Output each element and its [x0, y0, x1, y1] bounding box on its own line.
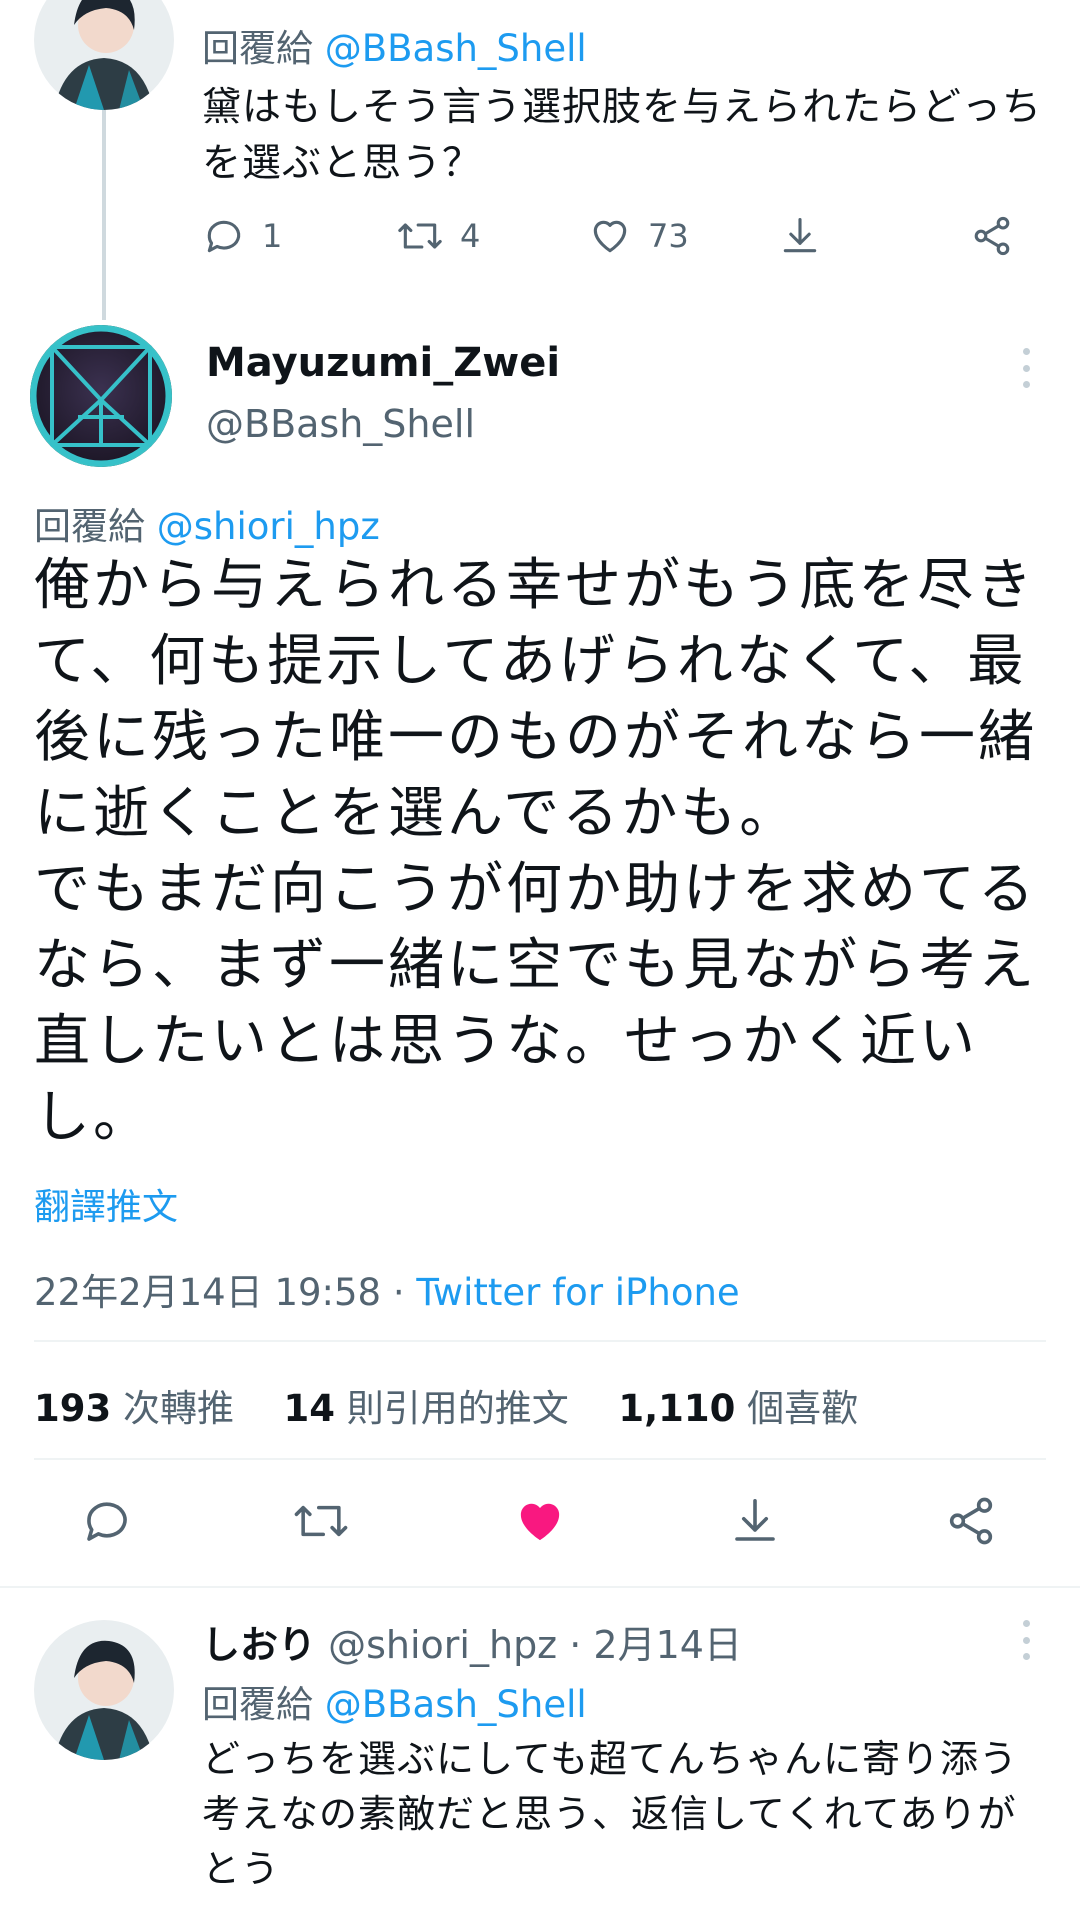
divider-meta [34, 1340, 1046, 1342]
likes-stat[interactable]: 1,110 個喜歡 [618, 1387, 858, 1430]
top-retweet-button[interactable]: 4 [396, 214, 480, 258]
top-share-button[interactable] [970, 214, 1014, 258]
meta-separator: · [392, 1271, 405, 1314]
main-like-button[interactable] [512, 1494, 568, 1548]
reply-separator: · [569, 1623, 582, 1667]
divider-stats [34, 1458, 1046, 1460]
download-icon [735, 1498, 775, 1541]
main-more-options-button[interactable] [1018, 348, 1034, 388]
tweet-source-link[interactable]: Twitter for iPhone [416, 1271, 739, 1314]
top-like-button[interactable]: 73 [588, 214, 689, 258]
share-icon [974, 216, 1010, 256]
author-display-name[interactable]: Mayuzumi_Zwei [206, 340, 560, 386]
main-download-button[interactable] [728, 1494, 782, 1548]
reply-display-name[interactable]: しおり [202, 1623, 316, 1667]
top-tweet-text: 黛はもしそう言う選択肢を与えられたらどっち を選ぶと思う？ [202, 85, 1043, 186]
top-retweet-count: 4 [460, 217, 481, 255]
translate-tweet-link[interactable]: 翻譯推文 [34, 1178, 178, 1230]
main-reply-mention-link[interactable]: @shiori_hpz [157, 505, 380, 548]
likes-count: 1,110 [618, 1387, 736, 1430]
top-like-count: 73 [648, 217, 689, 255]
quotes-label: 則引用的推文 [346, 1387, 569, 1430]
reply-reply-prefix: 回覆給 [202, 1683, 313, 1726]
main-reply-prefix: 回覆給 [34, 505, 145, 548]
quotes-stat[interactable]: 14 則引用的推文 [284, 1387, 569, 1430]
share-icon [949, 1497, 993, 1545]
reply-more-options-button[interactable] [1018, 1620, 1034, 1660]
more-icon [1022, 1620, 1030, 1627]
divider-section [0, 1586, 1080, 1588]
tweet-meta: 22年2月14日 19:58 · Twitter for iPhone [34, 1262, 740, 1316]
top-reply-count: 1 [262, 217, 283, 255]
like-icon-filled [520, 1503, 560, 1541]
main-share-button[interactable] [944, 1494, 998, 1548]
top-reply-mention-link[interactable]: @BBash_Shell [325, 27, 587, 70]
retweet-icon [398, 223, 442, 249]
main-retweet-button[interactable] [292, 1494, 350, 1548]
reply-tweet-text: どっちを選ぶにしても超てんちゃんに寄り添う 考えなの素敵だと思う、返信してくれて… [202, 1737, 1018, 1891]
more-icon [1022, 348, 1030, 355]
retweets-count: 193 [34, 1387, 112, 1430]
author-handle[interactable]: @BBash_Shell [206, 402, 475, 446]
reply-handle[interactable]: @shiori_hpz [328, 1623, 557, 1667]
tweet-stats: 193 次轉推 14 則引用的推文 1,110 個喜歡 [34, 1378, 858, 1432]
reply-icon [87, 1502, 127, 1541]
reply-reply-mention-link[interactable]: @BBash_Shell [325, 1683, 587, 1726]
likes-label: 個喜歡 [747, 1387, 859, 1430]
avatar-mayuzumi[interactable] [30, 325, 172, 467]
download-icon [783, 217, 817, 253]
thread-connector-line [102, 110, 106, 320]
main-reply-context: 回覆給 @shiori_hpz [34, 496, 380, 550]
retweets-label: 次轉推 [123, 1387, 234, 1430]
main-reply-button[interactable] [80, 1494, 134, 1548]
top-reply-context: 回覆給 @BBash_Shell [202, 18, 587, 72]
main-tweet-text: 俺から与えられる幸せがもう底を尽き て、何も提示してあげられなくて、最 後に残っ… [34, 553, 1037, 1150]
avatar-shiori-top[interactable] [34, 0, 174, 110]
like-icon [593, 220, 627, 253]
reply-reply-context: 回覆給 @BBash_Shell [202, 1674, 587, 1728]
avatar-shiori-reply[interactable] [34, 1620, 174, 1760]
tweet-timestamp[interactable]: 22年2月14日 19:58 [34, 1271, 381, 1314]
top-reply-button[interactable]: 1 [202, 214, 282, 258]
quotes-count: 14 [283, 1387, 336, 1430]
retweets-stat[interactable]: 193 次轉推 [34, 1387, 234, 1430]
reply-date[interactable]: 2月14日 [593, 1623, 742, 1667]
reply-header: しおり @shiori_hpz · 2月14日 [202, 1614, 742, 1669]
top-download-button[interactable] [778, 214, 822, 258]
reply-icon [207, 220, 241, 253]
top-reply-prefix: 回覆給 [202, 27, 313, 70]
retweet-icon [294, 1505, 348, 1537]
